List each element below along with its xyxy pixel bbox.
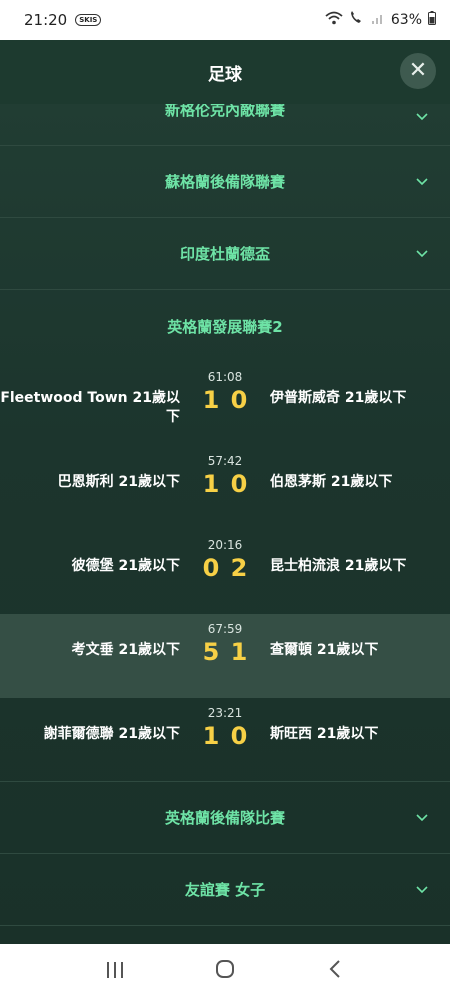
away-score: 0 (230, 386, 248, 414)
home-icon (215, 960, 235, 985)
away-team: 伊普斯威奇 21歲以下 (270, 390, 407, 406)
wifi-icon (325, 11, 343, 29)
league-name: 新格伦克內敵聯賽 (164, 104, 285, 119)
home-score: 1 (202, 386, 220, 414)
league-name: 英格蘭發展聯賽2 (167, 317, 283, 336)
league-row[interactable]: 蘇格蘭後備隊聯賽 (0, 146, 450, 218)
away-team: 伯恩茅斯 21歲以下 (270, 474, 393, 490)
battery-icon (428, 11, 436, 29)
status-time: 21:20 (24, 11, 68, 29)
expanded-league-header[interactable]: 英格蘭發展聯賽2 (0, 290, 450, 362)
match-row[interactable]: 57:42 巴恩斯利 21歲以下 1 0 伯恩茅斯 21歲以下 (0, 446, 450, 530)
match-time: 57:42 (207, 454, 243, 468)
home-team: 彼德堡 21歲以下 (71, 558, 180, 574)
call-icon (349, 11, 365, 29)
league-row[interactable]: 新格伦克內敵聯賽 (0, 104, 450, 146)
page-title: 足球 (208, 64, 242, 85)
away-score: 2 (230, 554, 248, 582)
close-button[interactable]: ✕ (400, 53, 436, 89)
league-name: 印度杜蘭德盃 (179, 245, 270, 263)
home-score: 5 (202, 638, 220, 666)
away-score: 0 (230, 470, 248, 498)
back-icon (328, 960, 342, 985)
league-row[interactable]: 印度杜蘭德盃 (0, 218, 450, 290)
league-name: 友誼賽 女子 (184, 881, 266, 899)
home-team: 考文垂 21歲以下 (71, 642, 180, 658)
league-row[interactable]: 友誼賽 女子 (0, 854, 450, 926)
match-time: 61:08 (207, 370, 243, 384)
recent-apps-icon (105, 960, 125, 985)
header: 足球 ✕ (0, 40, 450, 104)
recent-apps-button[interactable] (95, 960, 135, 985)
back-button[interactable] (315, 959, 355, 985)
away-team: 查爾頓 21歲以下 (270, 642, 379, 658)
chevron-down-icon (416, 110, 428, 124)
system-nav-bar (0, 944, 450, 1000)
away-score: 0 (230, 722, 248, 750)
league-list: 新格伦克內敵聯賽 蘇格蘭後備隊聯賽 印度杜蘭德盃 英格蘭發展聯賽2 61:08 … (0, 104, 450, 944)
league-name: 英格蘭後備隊比賽 (164, 809, 285, 827)
home-team: Fleetwood Town 21歲以下 (0, 390, 180, 425)
chevron-down-icon (416, 247, 428, 261)
home-score: 1 (202, 470, 220, 498)
match-row[interactable]: 61:08 Fleetwood Town 21歲以下 1 0 伊普斯威奇 21歲… (0, 362, 450, 446)
away-team: 斯旺西 21歲以下 (270, 726, 379, 742)
status-bar: 21:20 SKIS 63% (0, 0, 450, 40)
league-row[interactable]: 英格蘭後備隊比賽 (0, 782, 450, 854)
home-team: 巴恩斯利 21歲以下 (57, 474, 180, 490)
skis-icon: SKIS (75, 14, 102, 26)
signal-icon (371, 11, 385, 29)
match-time: 67:59 (207, 622, 243, 636)
match-row[interactable]: 67:59 考文垂 21歲以下 5 1 查爾頓 21歲以下 (0, 614, 450, 698)
chevron-down-icon (416, 175, 428, 189)
league-name: 蘇格蘭後備隊聯賽 (164, 173, 285, 191)
away-team: 昆士柏流浪 21歲以下 (270, 558, 407, 574)
chevron-down-icon (416, 811, 428, 825)
home-team: 謝菲爾德聯 21歲以下 (43, 726, 180, 742)
home-score: 0 (202, 554, 220, 582)
away-score: 1 (230, 638, 248, 666)
match-row[interactable]: 20:16 彼德堡 21歲以下 0 2 昆士柏流浪 21歲以下 (0, 530, 450, 614)
match-time: 20:16 (207, 538, 243, 552)
match-time: 23:21 (207, 706, 243, 720)
home-score: 1 (202, 722, 220, 750)
battery-percent: 63% (390, 12, 422, 28)
match-row[interactable]: 23:21 謝菲爾德聯 21歲以下 1 0 斯旺西 21歲以下 (0, 698, 450, 782)
chevron-down-icon (416, 883, 428, 897)
close-icon: ✕ (408, 58, 428, 83)
home-button[interactable] (205, 959, 245, 985)
